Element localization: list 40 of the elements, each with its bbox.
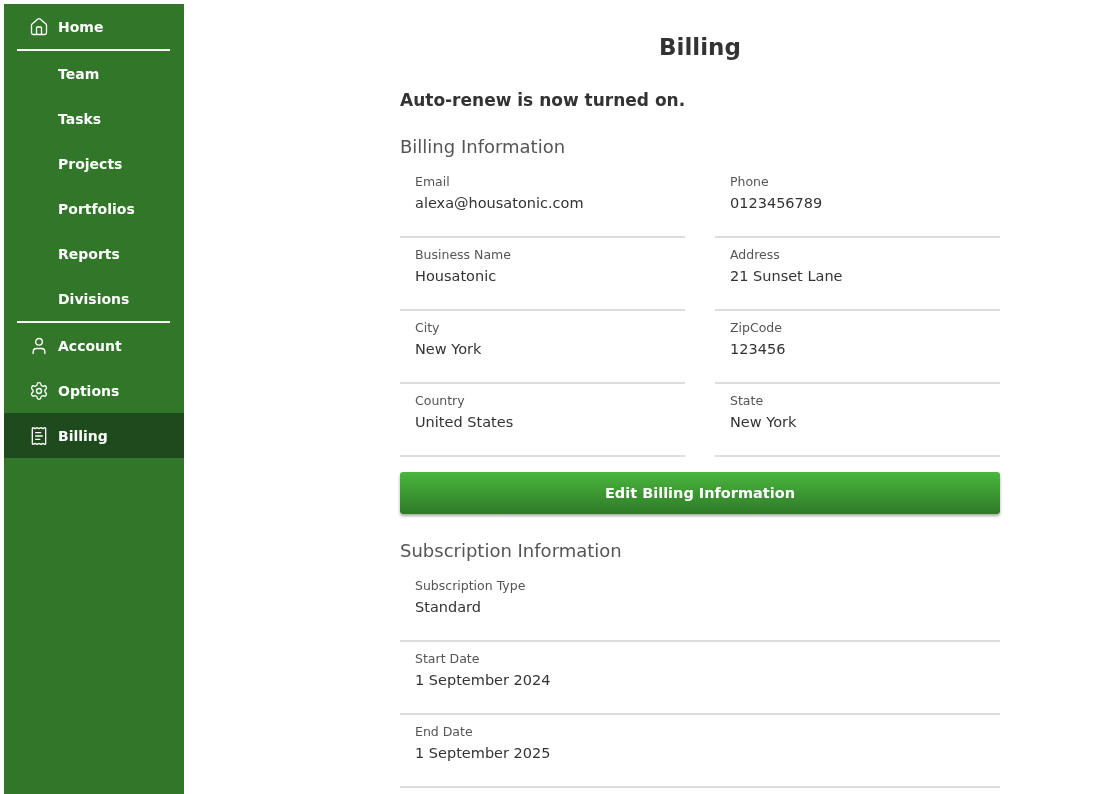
sidebar-item[interactable]: Divisions xyxy=(4,276,184,321)
sidebar-item[interactable]: Reports xyxy=(4,231,184,276)
sidebar-item[interactable]: Projects xyxy=(4,141,184,186)
sidebar-item[interactable]: Portfolios xyxy=(4,186,184,231)
field-label: City xyxy=(415,320,441,335)
field-label: Phone xyxy=(730,174,770,189)
field-value: 1 September 2024 xyxy=(415,672,552,688)
field-value: Standard xyxy=(415,599,482,615)
sidebar-item[interactable]: Account xyxy=(4,323,184,368)
field-value: United States xyxy=(415,414,515,430)
sidebar-item[interactable]: Home xyxy=(4,4,184,49)
sidebar-item[interactable]: Tasks xyxy=(4,96,184,141)
field-label: ZipCode xyxy=(730,320,783,335)
field-value: alexa@housatonic.com xyxy=(415,195,585,211)
sidebar-item[interactable]: Billing xyxy=(4,413,184,458)
field-label: Subscription Type xyxy=(415,578,527,593)
field-label: Start Date xyxy=(415,651,481,666)
settings-icon xyxy=(29,380,49,401)
sidebar-item[interactable]: Team xyxy=(4,51,184,96)
field-value: 0123456789 xyxy=(730,195,824,211)
field-label: End Date xyxy=(415,724,474,739)
sidebar-item[interactable]: Options xyxy=(4,368,184,413)
field-label: Country xyxy=(415,393,466,408)
edit-billing-button[interactable]: Edit Billing Information xyxy=(400,472,1000,514)
field-value: New York xyxy=(730,414,798,430)
page-title: Billing xyxy=(658,34,742,60)
field-label: Email xyxy=(415,174,451,189)
home-icon xyxy=(29,16,49,37)
section-heading: Subscription Information xyxy=(400,540,623,561)
field-value: 1 September 2025 xyxy=(415,745,552,761)
section-heading: Billing Information xyxy=(400,136,567,157)
receipt-icon xyxy=(29,425,49,446)
field-value: Housatonic xyxy=(415,268,498,284)
field-value: 21 Sunset Lane xyxy=(730,268,844,284)
field-value: 123456 xyxy=(730,341,787,357)
field-value: New York xyxy=(415,341,483,357)
field-label: Business Name xyxy=(415,247,512,262)
status-message: Auto-renew is now turned on. xyxy=(400,90,687,110)
field-label: State xyxy=(730,393,765,408)
field-label: Address xyxy=(730,247,781,262)
